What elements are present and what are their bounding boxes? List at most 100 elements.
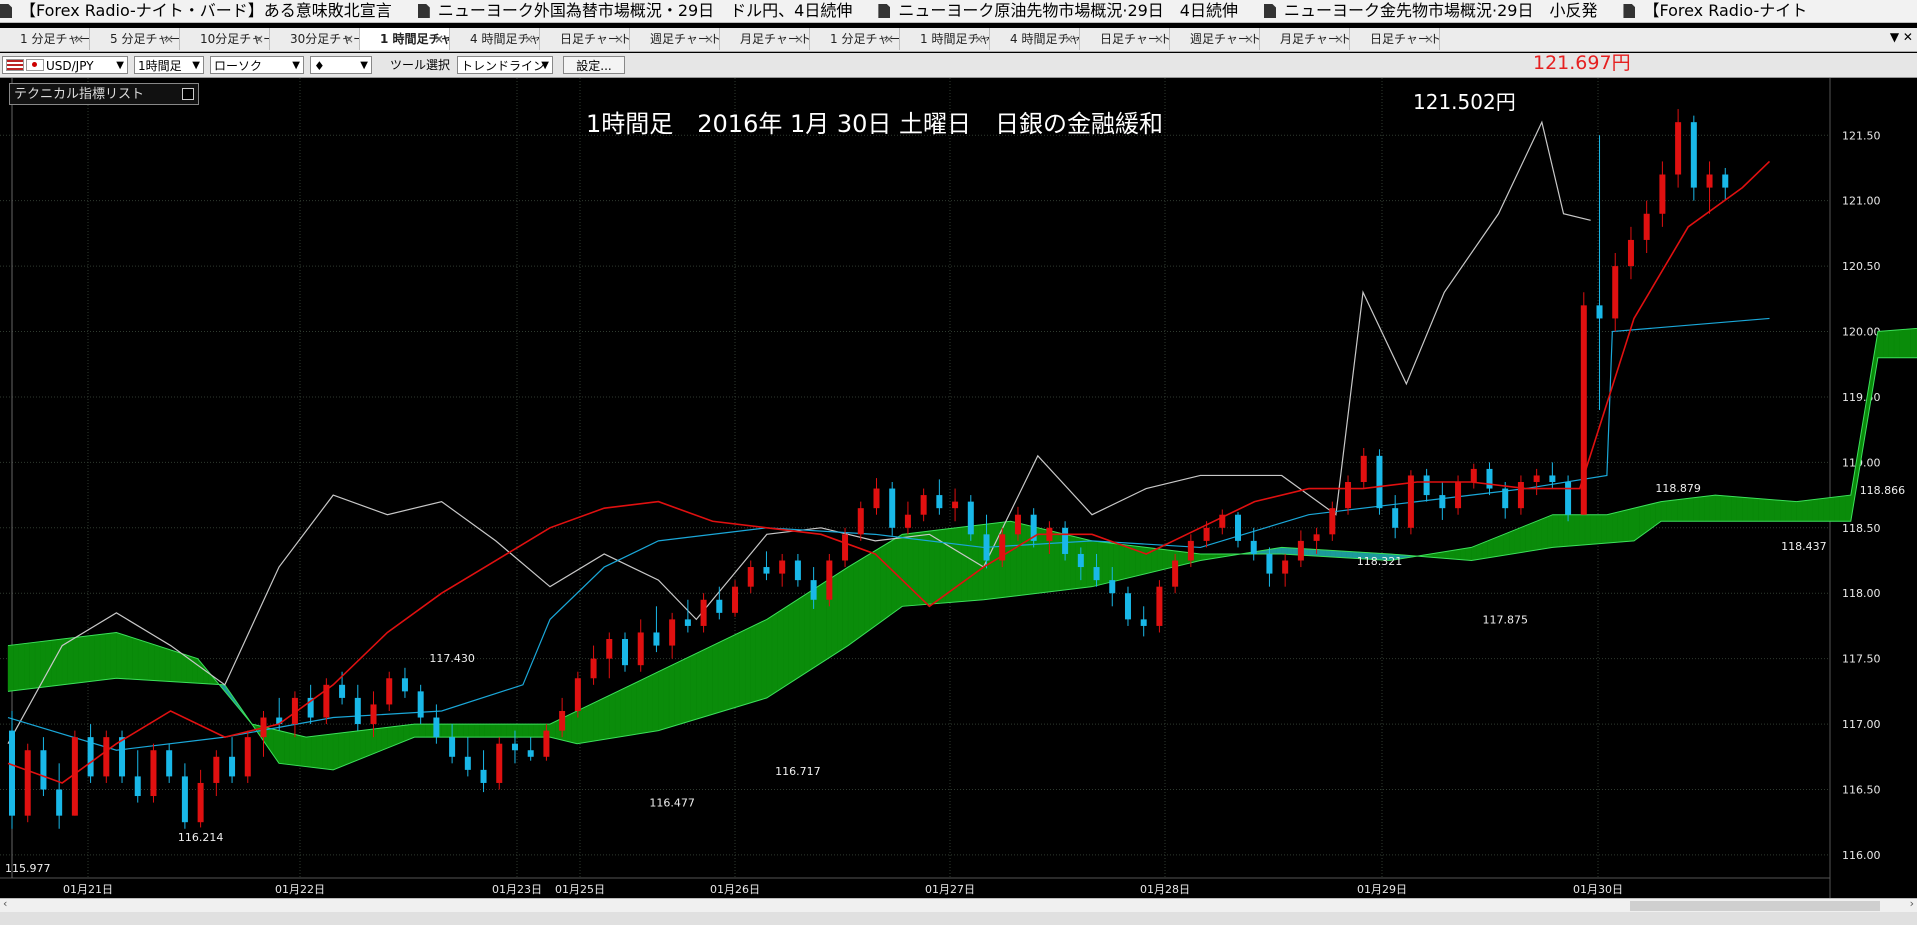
tool-select-label: ツール選択	[390, 58, 451, 72]
drawing-tool-select[interactable]: トレンドライン ▼	[457, 56, 553, 74]
chart-tab[interactable]: 1 分足チャート×	[0, 28, 90, 50]
chart-tab[interactable]: 日足チャート - l×	[1080, 28, 1170, 50]
cloud-segment	[490, 723, 496, 738]
cloud-segment	[1763, 498, 1770, 522]
chart-tab[interactable]: 5 分足チャート×	[90, 28, 180, 50]
news-item[interactable]: ニューヨーク金先物市場概況·29日 小反発	[1264, 0, 1597, 22]
candle-body	[401, 678, 408, 692]
cloud-segment	[1552, 514, 1559, 548]
jp-flag-icon	[26, 59, 44, 71]
chart-tab[interactable]: 1 分足チャート×	[810, 28, 900, 50]
cloud-segment	[300, 735, 307, 767]
news-item[interactable]: ニューヨーク原油先物市場概況·29日 4日続伸	[878, 0, 1238, 22]
news-item[interactable]: 【Forex Radio-ナイト	[1623, 0, 1807, 22]
cloud-segment	[349, 731, 356, 764]
candle-body	[339, 684, 346, 698]
close-tab-icon[interactable]: ×	[344, 28, 354, 50]
settings-button[interactable]: 設定...	[563, 56, 625, 74]
close-tab-icon[interactable]: ×	[1064, 28, 1074, 50]
chart-tab[interactable]: 1 時間足チャー×	[900, 28, 990, 50]
scrollbar-thumb[interactable]	[1630, 901, 1880, 911]
close-tab-icon[interactable]: ×	[704, 28, 714, 50]
horizontal-scrollbar[interactable]: ‹ ›	[0, 897, 1917, 913]
cloud-segment	[1682, 498, 1689, 522]
document-icon	[0, 4, 12, 18]
chart-tab[interactable]: 4 時間足チャー×	[450, 28, 540, 50]
cloud-segment	[1335, 550, 1342, 558]
close-tab-icon[interactable]: ×	[1424, 28, 1434, 50]
close-tab-icon[interactable]: ×	[794, 28, 804, 50]
close-tab-icon[interactable]: ×	[1154, 28, 1164, 50]
cloud-segment	[1899, 329, 1906, 358]
news-item[interactable]: 【Forex Radio-ナイト・バード】ある意味敗北宣言	[0, 0, 392, 22]
cloud-segment	[322, 734, 328, 770]
cloud-segment	[1579, 514, 1586, 546]
scroll-left-icon[interactable]: ‹	[3, 897, 7, 910]
cloud-segment	[7, 644, 14, 692]
y-tick-label: 121.00	[1842, 195, 1881, 208]
cloud-segment	[598, 697, 605, 741]
cloud-segment	[625, 684, 632, 737]
close-tab-icon[interactable]: ×	[884, 28, 894, 50]
chart-tab[interactable]: 日足チャート - l×	[1350, 28, 1440, 50]
cloud-segment	[1536, 518, 1543, 551]
cloud-segment	[1292, 547, 1299, 556]
cloud-segment	[1731, 496, 1738, 522]
close-tab-icon[interactable]: ×	[1334, 28, 1344, 50]
close-tab-icon[interactable]: ×	[164, 28, 174, 50]
price-label: 116.477	[649, 797, 695, 810]
close-tab-icon[interactable]: ×	[524, 28, 534, 50]
expand-icon[interactable]	[182, 88, 194, 100]
cloud-segment	[1839, 495, 1846, 522]
cloud-segment	[1828, 496, 1835, 522]
cloud-segment	[566, 713, 572, 743]
y-tick-label: 121.50	[1842, 129, 1881, 142]
news-item[interactable]: ニューヨーク外国為替市場概況・29日 ドル円、4日続伸	[417, 0, 853, 22]
chart-tab[interactable]: 4 時間足チャー×	[990, 28, 1080, 50]
close-tab-icon[interactable]: ×	[974, 28, 984, 50]
candle-body	[590, 658, 597, 679]
chart-tab[interactable]: 週足チャート - l×	[1170, 28, 1260, 50]
tab-menu-icon[interactable]: ▼ ✕	[1890, 30, 1913, 44]
candle-body	[1392, 508, 1399, 528]
chart-tab[interactable]: 月足チャート - l×	[720, 28, 810, 50]
chart-tab[interactable]: 週足チャート - l×	[630, 28, 720, 50]
candle-body	[1470, 468, 1477, 482]
cloud-segment	[918, 531, 925, 606]
cloud-segment	[885, 540, 892, 619]
candle-body	[87, 737, 94, 777]
chart-tab[interactable]: 1 時間足チャー×	[360, 28, 450, 50]
y-tick-label: 116.00	[1842, 849, 1881, 862]
candle-body	[779, 560, 786, 574]
marker-select[interactable]: ♦ ▼	[310, 56, 372, 74]
chart-tab[interactable]: 月足チャート - l×	[1260, 28, 1350, 50]
chart-type-select[interactable]: ローソク ▼	[210, 56, 304, 74]
cloud-segment	[83, 635, 90, 683]
chart-tab[interactable]: 30分足チャート×	[270, 28, 360, 50]
cloud-segment	[1633, 506, 1640, 542]
news-ticker[interactable]: 【Forex Radio-ナイト・バード】ある意味敗北宣言 ニューヨーク外国為替市…	[0, 0, 1917, 23]
x-tick-label: 01月25日	[555, 883, 605, 896]
candle-body	[747, 567, 754, 587]
chart-tab[interactable]: 10分足チャート×	[180, 28, 270, 50]
cloud-segment	[712, 642, 719, 715]
candle-body	[732, 586, 739, 613]
close-tab-icon[interactable]: ×	[254, 28, 264, 50]
news-headline: ニューヨーク外国為替市場概況・29日 ドル円、4日続伸	[437, 1, 853, 20]
close-tab-icon[interactable]: ×	[614, 28, 624, 50]
scroll-right-icon[interactable]: ›	[1910, 897, 1914, 910]
currency-pair-select[interactable]: USD/JPY ▼	[2, 56, 128, 74]
close-tab-icon[interactable]: ×	[434, 28, 444, 50]
cloud-segment	[164, 647, 171, 682]
indicator-list-panel[interactable]: テクニカル指標リスト	[9, 83, 199, 105]
close-tab-icon[interactable]: ×	[74, 28, 84, 50]
candlestick-chart[interactable]: 116.00 116.50 117.00 117.50 118.00 118.50 119.…	[0, 78, 1917, 898]
cloud-segment	[1666, 500, 1673, 522]
candle-body	[1187, 540, 1194, 561]
chart-tab[interactable]: 日足チャート - l×	[540, 28, 630, 50]
candle-body	[511, 743, 518, 751]
y-tick-label: 117.00	[1842, 718, 1881, 731]
news-headline: 【Forex Radio-ナイト・バード】ある意味敗北宣言	[20, 1, 392, 20]
timeframe-select[interactable]: 1時間足 ▼	[134, 56, 204, 74]
close-tab-icon[interactable]: ×	[1244, 28, 1254, 50]
